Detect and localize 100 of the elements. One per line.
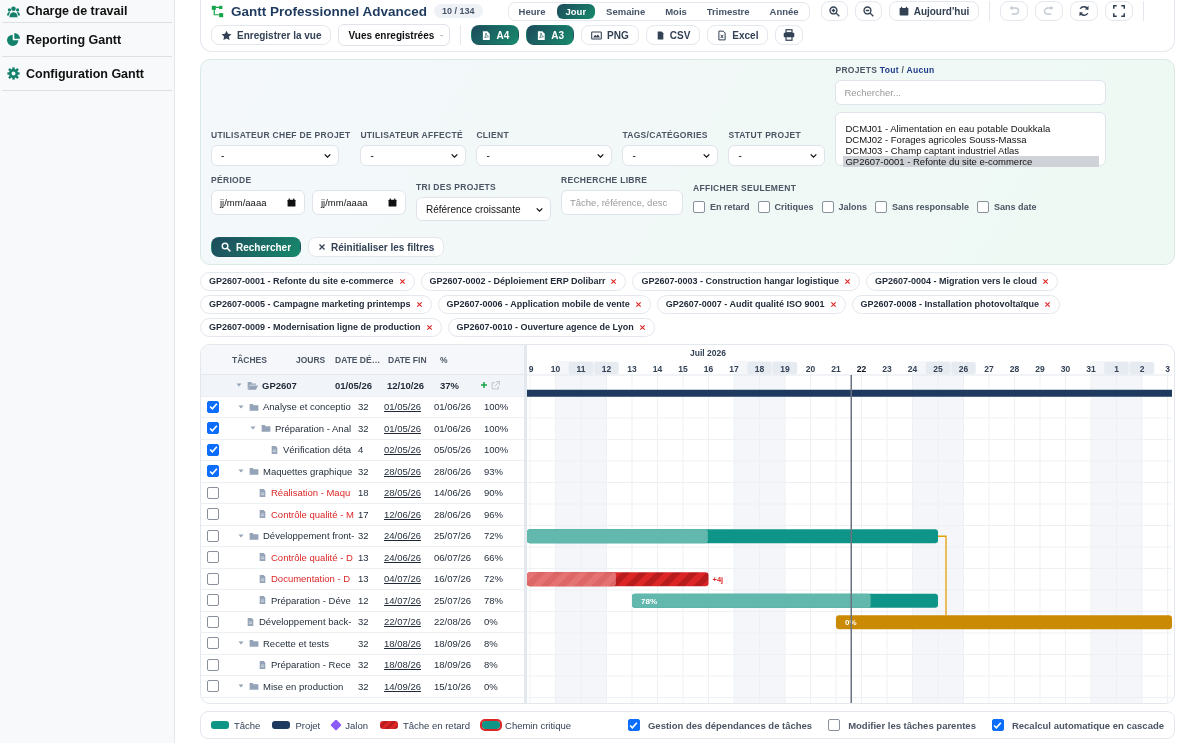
project-chip[interactable]: GP2607-0008 - Installation photovoltaïque <box>851 295 1061 314</box>
project-listbox[interactable]: DCMJ01 - Alimentation en eau potable Doukkala DCMJ02 - Forages agricoles Souss-Massa DCMJ03 - Champ captant industriel Atlas GP2607-0001 - Refonte du site e-commerce <box>835 112 1107 166</box>
start-date-link[interactable]: 24/06/26 <box>384 551 434 563</box>
fullscreen-button[interactable] <box>1105 1 1134 21</box>
checkbox[interactable] <box>207 422 219 435</box>
zoom-in-button[interactable] <box>820 1 848 21</box>
task-name[interactable]: Préparation - Déve <box>271 594 351 606</box>
project-chip[interactable]: GP2607-0004 - Migration vers le cloud <box>866 272 1059 291</box>
date-field[interactable]: jj/mm/aaaa <box>211 190 305 215</box>
scale-tab[interactable]: Mois <box>656 3 696 19</box>
start-date-link[interactable]: 28/05/26 <box>384 465 434 477</box>
export-button[interactable]: Excel <box>707 25 769 45</box>
project-name[interactable]: GP2607 <box>262 379 297 391</box>
scale-tab[interactable]: Jour <box>556 3 596 19</box>
filter-select[interactable]: - <box>622 145 719 166</box>
scale-tab[interactable]: Année <box>760 3 808 19</box>
task-name[interactable]: Développement back- <box>259 616 352 628</box>
sidebar-item[interactable]: Charge de travail <box>2 0 172 23</box>
project-chip[interactable]: GP2607-0010 - Ouverture agence de Lyon <box>447 318 655 337</box>
project-option[interactable]: DCMJ03 - Champ captant industriel Atlas <box>843 145 1100 156</box>
project-option[interactable]: GP2607-0001 - Refonte du site e-commerce <box>843 156 1100 167</box>
start-date-link[interactable]: 12/06/26 <box>384 508 434 520</box>
select-all-link[interactable]: Tout <box>879 65 899 75</box>
filter-select[interactable]: - <box>476 145 613 166</box>
project-chip[interactable]: GP2607-0003 - Construction hangar logistique <box>632 272 861 291</box>
reset-filters-button[interactable]: Réinitialiser les filtres <box>308 237 445 257</box>
checkbox[interactable] <box>207 443 219 456</box>
checkbox[interactable] <box>207 508 219 521</box>
start-date-link[interactable]: 14/07/26 <box>384 594 434 606</box>
export-button[interactable]: A4 <box>471 25 520 45</box>
checkbox[interactable] <box>875 201 888 213</box>
export-button[interactable]: PNG <box>581 25 639 45</box>
checkbox[interactable] <box>828 719 841 731</box>
export-button[interactable]: A3 <box>526 25 575 45</box>
task-name[interactable]: Développement front- <box>263 530 355 542</box>
date-field[interactable]: jj/mm/aaaa <box>312 190 406 215</box>
project-chip[interactable]: GP2607-0009 - Modernisation ligne de production <box>200 318 442 337</box>
scale-tab[interactable]: Semaine <box>597 3 655 19</box>
project-chip[interactable]: GP2607-0002 - Déploiement ERP Dolibarr <box>420 272 627 291</box>
filter-select[interactable]: - <box>211 145 339 166</box>
zoom-out-button[interactable] <box>854 1 882 21</box>
task-name[interactable]: Contrôle qualité - M <box>271 508 354 520</box>
start-date-link[interactable]: 24/06/26 <box>384 530 434 542</box>
checkbox[interactable] <box>207 400 219 413</box>
checkbox[interactable] <box>207 465 219 478</box>
scale-tab[interactable]: Heure <box>509 3 555 19</box>
checkbox[interactable] <box>821 201 834 213</box>
refresh-button[interactable] <box>1070 1 1099 21</box>
checkbox[interactable] <box>207 658 219 671</box>
checkbox[interactable] <box>207 572 219 585</box>
saved-views-select[interactable]: Vues enregistrées <box>338 24 451 46</box>
checkbox[interactable] <box>207 486 219 499</box>
start-date-link[interactable]: 01/05/26 <box>384 401 434 413</box>
start-date-link[interactable]: 22/07/26 <box>384 616 434 628</box>
checkbox[interactable] <box>207 680 219 693</box>
checkbox[interactable] <box>207 615 219 628</box>
start-date-link[interactable]: 18/08/26 <box>384 659 434 671</box>
project-option[interactable]: DCMJ02 - Forages agricoles Souss-Massa <box>843 134 1100 145</box>
project-option[interactable]: DCMJ01 - Alimentation en eau potable Doukkala <box>843 123 1100 134</box>
select-none-link[interactable]: Aucun <box>906 65 935 75</box>
checkbox[interactable] <box>207 594 219 607</box>
task-name[interactable]: Maquettes graphique <box>263 465 353 477</box>
project-chip[interactable]: GP2607-0007 - Audit qualité ISO 9001 <box>656 295 846 314</box>
sidebar-item[interactable]: Reporting Gantt <box>2 23 172 57</box>
project-chip[interactable]: GP2607-0001 - Refonte du site e-commerce <box>200 272 415 291</box>
task-name[interactable]: Vérification déta <box>283 444 352 456</box>
checkbox[interactable] <box>207 551 219 564</box>
start-date-link[interactable]: 01/05/26 <box>384 422 434 434</box>
start-date-link[interactable]: 04/07/26 <box>384 573 434 585</box>
start-date-link[interactable]: 28/05/26 <box>384 487 434 499</box>
checkbox[interactable] <box>207 529 219 542</box>
task-name[interactable]: Recette et tests <box>263 637 329 649</box>
save-view-button[interactable]: Enregistrer la vue <box>211 25 332 45</box>
export-button[interactable]: CSV <box>645 25 701 45</box>
search-button[interactable]: Rechercher <box>211 237 302 257</box>
task-name[interactable]: Réalisation - Maqu <box>271 487 351 499</box>
checkbox[interactable] <box>977 201 990 213</box>
task-name[interactable]: Documentation - D <box>271 573 351 585</box>
project-bar[interactable] <box>527 389 1172 397</box>
project-chip[interactable]: GP2607-0006 - Application mobile de vente <box>437 295 651 314</box>
start-date-link[interactable]: 02/05/26 <box>384 444 434 456</box>
checkbox[interactable] <box>207 637 219 650</box>
task-name[interactable]: Préparation - Rece <box>271 659 351 671</box>
task-name[interactable]: Analyse et conceptio <box>263 401 351 413</box>
task-bar[interactable] <box>527 529 938 544</box>
start-date-link[interactable]: 18/08/26 <box>384 637 434 649</box>
checkbox[interactable] <box>991 719 1004 731</box>
start-date-link[interactable]: 14/09/26 <box>384 680 434 692</box>
sort-select[interactable]: Référence croissante <box>416 197 551 221</box>
task-name[interactable]: Préparation - Anal <box>275 422 352 434</box>
task-name[interactable]: Mise en production <box>263 680 344 692</box>
sidebar-item[interactable]: Configuration Gantt <box>2 57 172 91</box>
project-chip[interactable]: GP2607-0005 - Campagne marketing printemps <box>200 295 432 314</box>
task-name[interactable]: Contrôle qualité - D <box>271 551 353 563</box>
print-button[interactable] <box>775 25 804 45</box>
checkbox[interactable] <box>693 201 705 213</box>
filter-select[interactable]: - <box>360 145 467 166</box>
checkbox[interactable] <box>757 201 770 213</box>
checkbox[interactable] <box>627 719 640 731</box>
scale-tab[interactable]: Trimestre <box>697 3 759 19</box>
